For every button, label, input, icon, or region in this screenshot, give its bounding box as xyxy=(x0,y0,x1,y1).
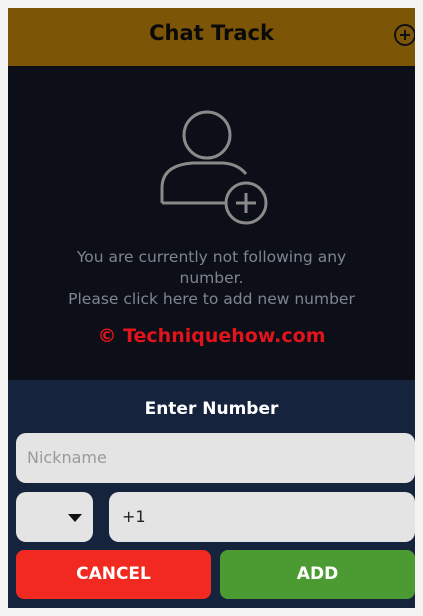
empty-state[interactable]: You are currently not following any numb… xyxy=(8,66,415,380)
chevron-down-icon xyxy=(68,514,82,522)
dialog-title: Enter Number xyxy=(144,399,279,419)
plus-circle-icon[interactable] xyxy=(394,24,415,46)
cancel-button[interactable]: CANCEL xyxy=(16,550,211,599)
app-title: Chat Track xyxy=(149,21,274,45)
nickname-input[interactable]: Nickname xyxy=(16,433,415,483)
empty-state-line-2: number. xyxy=(179,269,244,287)
empty-state-line-3: Please click here to add new number xyxy=(68,290,355,308)
app-header: Chat Track xyxy=(8,8,415,66)
add-button[interactable]: ADD xyxy=(220,550,415,599)
enter-number-dialog: Enter Number Nickname +1 CANCEL ADD xyxy=(8,380,415,608)
empty-state-message[interactable]: You are currently not following any numb… xyxy=(28,247,395,310)
watermark: © Techniquehow.com xyxy=(97,325,326,347)
empty-state-line-1: You are currently not following any xyxy=(76,248,347,266)
phone-number-input[interactable]: +1 xyxy=(109,492,415,542)
country-code-dropdown[interactable] xyxy=(16,492,93,542)
user-add-icon xyxy=(160,110,268,225)
app-screen: Chat Track You are currently not followi… xyxy=(8,8,415,608)
